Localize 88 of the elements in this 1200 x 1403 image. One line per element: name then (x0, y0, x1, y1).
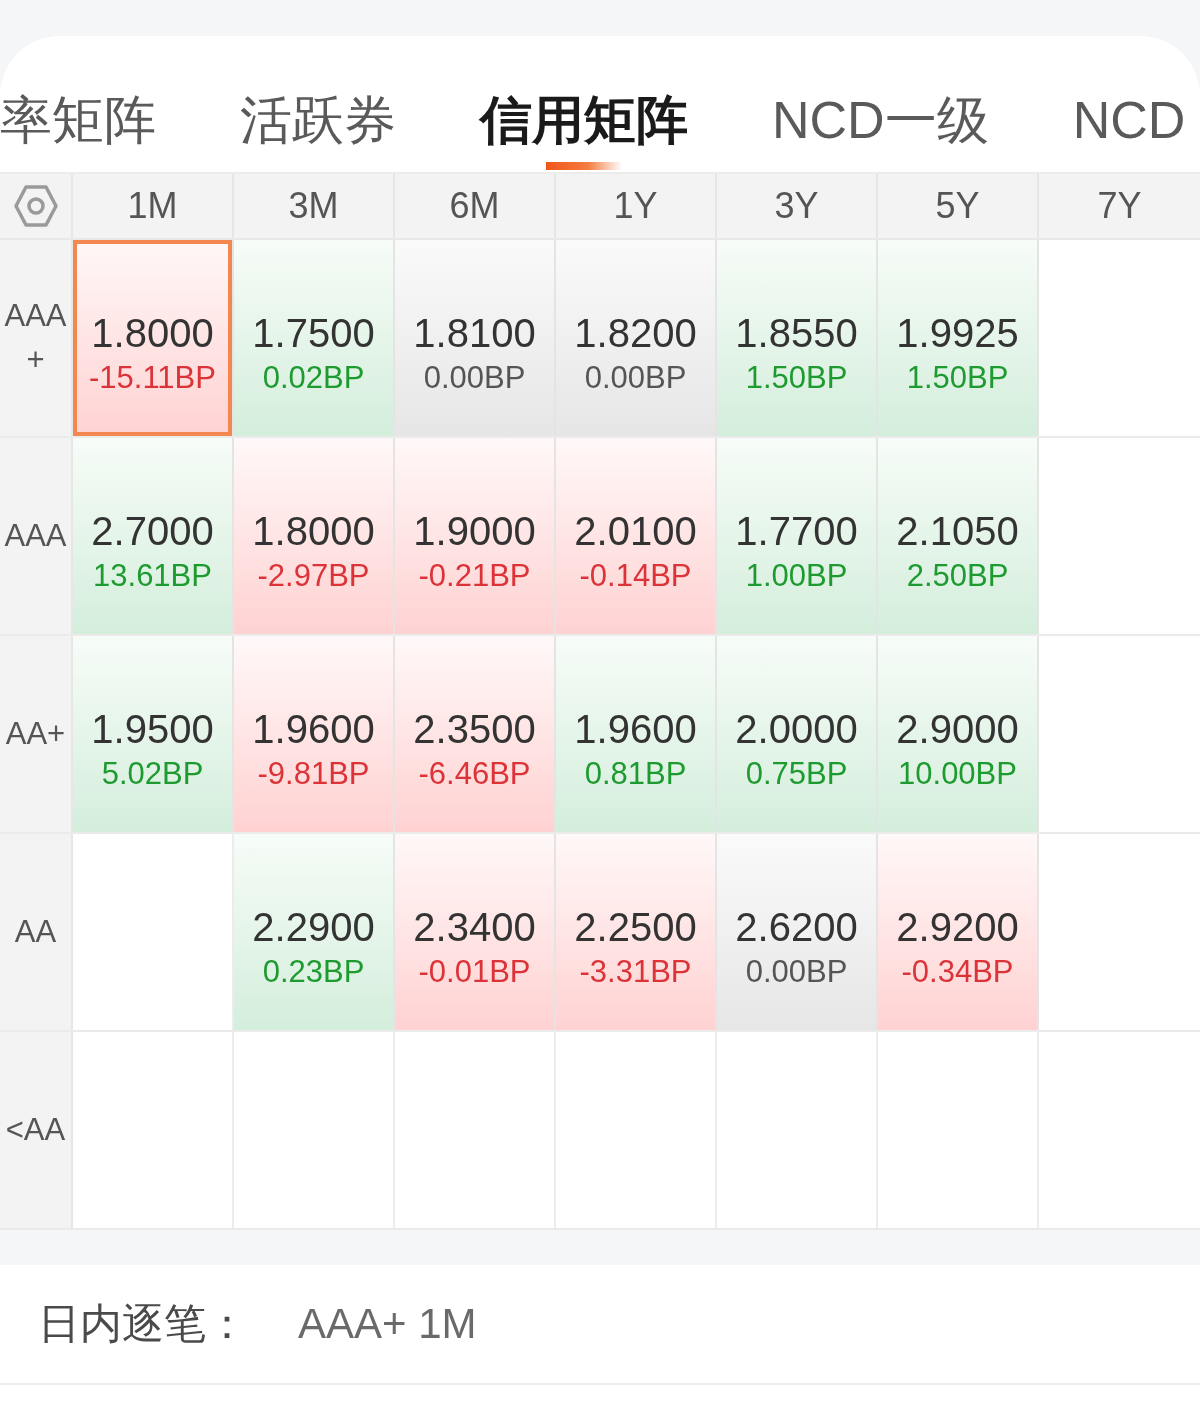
change-value: 13.61BP (93, 557, 212, 595)
matrix-cell[interactable]: 1.8550 1.50BP (717, 240, 878, 436)
tab[interactable]: 活跃券 (240, 88, 396, 170)
settings-icon[interactable] (13, 184, 58, 228)
change-value: 2.50BP (906, 557, 1009, 595)
row-label: AAA+ (0, 240, 73, 436)
change-value: -6.46BP (418, 755, 531, 793)
yield-value: 1.8200 (574, 310, 697, 357)
yield-value: 2.9000 (896, 706, 1019, 753)
yield-value: 1.8550 (735, 310, 858, 357)
matrix-cell[interactable]: 1.7500 0.02BP (234, 240, 395, 436)
yield-value: 2.3400 (413, 904, 536, 951)
row-label: AAA (0, 438, 73, 634)
matrix-cell[interactable]: 2.6200 0.00BP (717, 834, 878, 1030)
matrix-cell[interactable]: 2.0100 -0.14BP (556, 438, 717, 634)
yield-value: 1.9000 (413, 508, 536, 555)
matrix-cell[interactable]: 1.9000 -0.21BP (395, 438, 556, 634)
change-value: -2.97BP (257, 557, 370, 595)
yield-value: 2.1050 (896, 508, 1019, 555)
matrix-cell[interactable]: 2.9000 10.00BP (878, 636, 1039, 832)
yield-value: 1.8000 (252, 508, 375, 555)
change-value: -3.31BP (579, 953, 692, 991)
footer-value: AAA+ 1M (298, 1300, 477, 1348)
footer-label: 日内逐笔： (38, 1299, 248, 1349)
matrix-cell[interactable]: 1.9500 5.02BP (73, 636, 234, 832)
change-value: 0.00BP (745, 953, 848, 991)
yield-value: 2.6200 (735, 904, 858, 951)
column-header: 1Y (556, 174, 717, 238)
matrix-cell[interactable]: 1.8000 -15.11BP (73, 240, 234, 436)
yield-value: 2.2500 (574, 904, 697, 951)
row-label: <AA (0, 1032, 73, 1228)
matrix-cell[interactable]: 2.9200 -0.34BP (878, 834, 1039, 1030)
change-value: -15.11BP (89, 359, 216, 397)
yield-value: 1.9925 (896, 310, 1019, 357)
change-value: -9.81BP (257, 755, 370, 793)
matrix-cell[interactable]: 2.1050 2.50BP (878, 438, 1039, 634)
matrix-cell[interactable]: 2.0000 0.75BP (717, 636, 878, 832)
column-header: 6M (395, 174, 556, 238)
change-value: 5.02BP (101, 755, 204, 793)
yield-value: 2.0100 (574, 508, 697, 555)
change-value: 10.00BP (898, 755, 1017, 793)
yield-value: 1.9500 (91, 706, 214, 753)
tab[interactable]: NCD (1072, 88, 1186, 170)
yield-value: 2.0000 (735, 706, 858, 753)
yield-value: 2.7000 (91, 508, 214, 555)
change-value: 1.50BP (906, 359, 1009, 397)
change-value: 1.00BP (745, 557, 848, 595)
matrix-cell[interactable]: 1.9925 1.50BP (878, 240, 1039, 436)
matrix-cell[interactable]: 1.8200 0.00BP (556, 240, 717, 436)
row-label: AA+ (0, 636, 73, 832)
yield-value: 1.9600 (574, 706, 697, 753)
yield-value: 2.2900 (252, 904, 375, 951)
change-value: 0.81BP (584, 755, 687, 793)
change-value: -0.14BP (579, 557, 692, 595)
matrix-cell[interactable]: 2.3500 -6.46BP (395, 636, 556, 832)
matrix-cell[interactable]: 2.3400 -0.01BP (395, 834, 556, 1030)
matrix-cell[interactable]: 1.8100 0.00BP (395, 240, 556, 436)
change-value: -0.34BP (901, 953, 1014, 991)
tab[interactable]: NCD一级 (772, 88, 989, 170)
change-value: 0.23BP (262, 953, 365, 991)
change-value: 0.00BP (423, 359, 526, 397)
column-header: 1M (73, 174, 234, 238)
change-value: 0.75BP (745, 755, 848, 793)
change-value: -0.21BP (418, 557, 531, 595)
yield-value: 1.8000 (91, 310, 214, 357)
column-header: 3Y (717, 174, 878, 238)
tab[interactable]: 率矩阵 (0, 88, 156, 170)
yield-value: 2.3500 (413, 706, 536, 753)
yield-value: 1.8100 (413, 310, 536, 357)
change-value: 0.00BP (584, 359, 687, 397)
matrix-cell[interactable]: 1.9600 0.81BP (556, 636, 717, 832)
yield-value: 1.7500 (252, 310, 375, 357)
matrix-cell[interactable]: 1.9600 -9.81BP (234, 636, 395, 832)
matrix-cell[interactable]: 1.7700 1.00BP (717, 438, 878, 634)
matrix-cell[interactable]: 2.2900 0.23BP (234, 834, 395, 1030)
matrix-cell[interactable]: 2.7000 13.61BP (73, 438, 234, 634)
change-value: -0.01BP (418, 953, 531, 991)
change-value: 0.02BP (262, 359, 365, 397)
column-header: 5Y (878, 174, 1039, 238)
row-label: AA (0, 834, 73, 1030)
yield-value: 1.9600 (252, 706, 375, 753)
column-header: 3M (234, 174, 395, 238)
matrix-cell[interactable]: 1.8000 -2.97BP (234, 438, 395, 634)
yield-value: 1.7700 (735, 508, 858, 555)
change-value: 1.50BP (745, 359, 848, 397)
yield-value: 2.9200 (896, 904, 1019, 951)
column-header: 7Y (1096, 184, 1143, 228)
matrix-cell[interactable]: 2.2500 -3.31BP (556, 834, 717, 1030)
